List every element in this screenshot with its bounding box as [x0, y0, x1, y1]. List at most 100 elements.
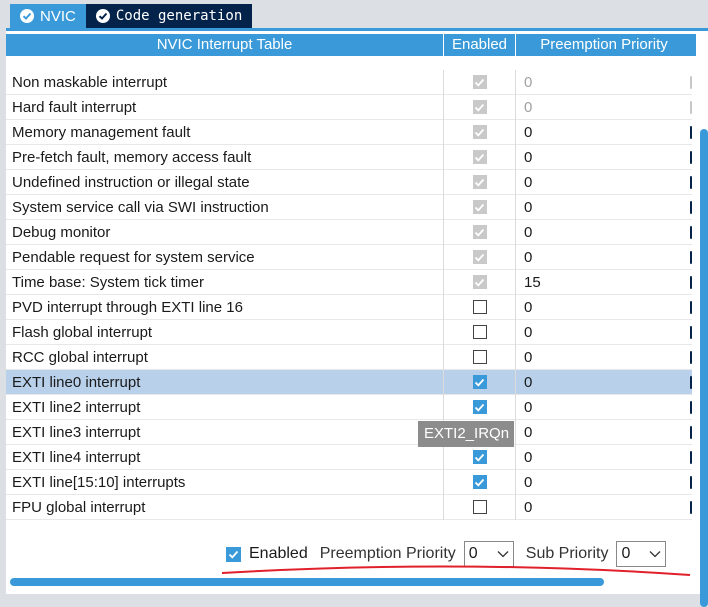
preemption-priority-value: 0 — [524, 223, 533, 241]
enabled-checkbox[interactable] — [472, 350, 487, 364]
cell-edge — [690, 475, 692, 489]
column-header-name[interactable]: NVIC Interrupt Table — [6, 34, 444, 56]
enabled-cell — [444, 344, 516, 370]
enabled-cell — [444, 194, 516, 220]
preemption-priority-value: 0 — [524, 498, 533, 516]
interrupt-name: Time base: System tick timer — [6, 269, 444, 295]
annotation-underline — [221, 565, 691, 576]
enabled-checkbox[interactable] — [472, 500, 487, 514]
interrupt-name: Pre-fetch fault, memory access fault — [6, 144, 444, 170]
table-row[interactable]: EXTI line3 interrupt 0 — [6, 419, 692, 445]
table-row[interactable]: Non maskable interrupt 0 — [6, 69, 692, 95]
cell-edge — [690, 225, 692, 239]
enabled-checkbox[interactable] — [472, 475, 487, 489]
check-circle-icon — [95, 9, 110, 23]
cell-edge — [690, 125, 692, 139]
cell-edge — [690, 175, 692, 189]
preemption-priority-value: 0 — [524, 248, 533, 266]
tab-code-generation-label: Code generation — [115, 8, 243, 24]
enabled-checkbox[interactable] — [472, 325, 487, 339]
enabled-cell — [444, 394, 516, 420]
enabled-checkbox — [472, 275, 487, 289]
interrupt-name: Flash global interrupt — [6, 319, 444, 345]
enabled-checkbox[interactable] — [472, 375, 487, 389]
preemption-priority-cell[interactable]: 0 — [516, 320, 692, 345]
table-row[interactable]: System service call via SWI instruction 0 — [6, 194, 692, 220]
table-row[interactable]: EXTI line[15:10] interrupts 0 — [6, 469, 692, 495]
preemption-priority-cell[interactable]: 0 — [516, 420, 692, 445]
enabled-checkbox — [472, 250, 487, 264]
enabled-cell — [444, 469, 516, 495]
cell-edge — [690, 150, 692, 164]
tab-bar: NVIC Code generation — [10, 4, 253, 28]
enabled-checkbox[interactable] — [472, 450, 487, 464]
table-row[interactable]: EXTI line0 interrupt 0 — [6, 369, 692, 395]
tooltip: EXTI2_IRQn — [418, 421, 514, 447]
enabled-checkbox[interactable] — [472, 400, 487, 414]
vertical-scrollbar[interactable] — [700, 129, 708, 607]
preemption-priority-cell[interactable]: 0 — [516, 220, 692, 245]
enabled-cell — [444, 444, 516, 470]
column-header-enabled[interactable]: Enabled — [444, 34, 516, 56]
nvic-panel: NVIC Interrupt Table Enabled Preemption … — [6, 28, 708, 607]
cell-edge — [690, 200, 692, 214]
enabled-checkbox — [472, 100, 487, 114]
horizontal-scrollbar[interactable] — [10, 578, 604, 586]
enabled-checkbox[interactable] — [226, 546, 241, 562]
interrupt-table-body: Non maskable interrupt 0 Hard fault interr… — [6, 69, 692, 520]
tab-code-generation[interactable]: Code generation — [85, 4, 253, 28]
preemption-priority-cell[interactable]: 0 — [516, 95, 692, 120]
enabled-cell — [444, 144, 516, 170]
preemption-priority-cell[interactable]: 0 — [516, 170, 692, 195]
preemption-priority-value: 0 — [524, 298, 533, 316]
interrupt-name: FPU global interrupt — [6, 494, 444, 520]
interrupt-name: EXTI line2 interrupt — [6, 394, 444, 420]
cell-edge — [690, 500, 692, 514]
enabled-checkbox — [472, 75, 487, 89]
cell-edge — [690, 300, 692, 314]
table-row[interactable]: EXTI line2 interrupt 0 — [6, 394, 692, 420]
cell-edge — [690, 450, 692, 464]
table-row[interactable]: RCC global interrupt 0 — [6, 344, 692, 370]
table-row[interactable]: Hard fault interrupt 0 — [6, 94, 692, 120]
preemption-priority-cell[interactable]: 0 — [516, 245, 692, 270]
table-row[interactable]: Time base: System tick timer 15 — [6, 269, 692, 295]
preemption-priority-cell[interactable]: 0 — [516, 470, 692, 495]
interrupt-name: PVD interrupt through EXTI line 16 — [6, 294, 444, 320]
enabled-cell — [444, 319, 516, 345]
interrupt-name: System service call via SWI instruction — [6, 194, 444, 220]
preemption-priority-cell[interactable]: 0 — [516, 295, 692, 320]
tab-nvic[interactable]: NVIC — [10, 4, 86, 28]
table-row[interactable]: Pre-fetch fault, memory access fault 0 — [6, 144, 692, 170]
preemption-priority-cell[interactable]: 0 — [516, 70, 692, 95]
preemption-priority-cell[interactable]: 0 — [516, 370, 692, 395]
preemption-priority-cell[interactable]: 0 — [516, 445, 692, 470]
table-row[interactable]: Pendable request for system service 0 — [6, 244, 692, 270]
enabled-checkbox[interactable] — [472, 300, 487, 314]
table-row[interactable]: Memory management fault 0 — [6, 119, 692, 145]
preemption-priority-value: 0 — [524, 173, 533, 191]
preemption-priority-cell[interactable]: 0 — [516, 120, 692, 145]
preemption-priority-value: 0 — [524, 73, 533, 91]
preemption-priority-label: Preemption Priority — [319, 545, 456, 562]
cell-edge — [690, 375, 692, 389]
table-row[interactable]: EXTI line4 interrupt 0 — [6, 444, 692, 470]
interrupt-name: EXTI line4 interrupt — [6, 444, 444, 470]
enabled-cell — [444, 294, 516, 320]
interrupt-name: Memory management fault — [6, 119, 444, 145]
table-row[interactable]: Debug monitor 0 — [6, 219, 692, 245]
enabled-cell — [444, 219, 516, 245]
table-row[interactable]: PVD interrupt through EXTI line 16 0 — [6, 294, 692, 320]
preemption-priority-cell[interactable]: 15 — [516, 270, 692, 295]
column-header-preemption[interactable]: Preemption Priority — [516, 34, 692, 56]
preemption-priority-value: 0 — [524, 198, 533, 216]
table-row[interactable]: Flash global interrupt 0 — [6, 319, 692, 345]
preemption-priority-cell[interactable]: 0 — [516, 395, 692, 420]
table-row[interactable]: FPU global interrupt 0 — [6, 494, 692, 520]
preemption-priority-cell[interactable]: 0 — [516, 495, 692, 520]
table-row[interactable]: Undefined instruction or illegal state 0 — [6, 169, 692, 195]
preemption-priority-cell[interactable]: 0 — [516, 345, 692, 370]
preemption-priority-cell[interactable]: 0 — [516, 145, 692, 170]
preemption-priority-cell[interactable]: 0 — [516, 195, 692, 220]
enabled-cell — [444, 494, 516, 520]
